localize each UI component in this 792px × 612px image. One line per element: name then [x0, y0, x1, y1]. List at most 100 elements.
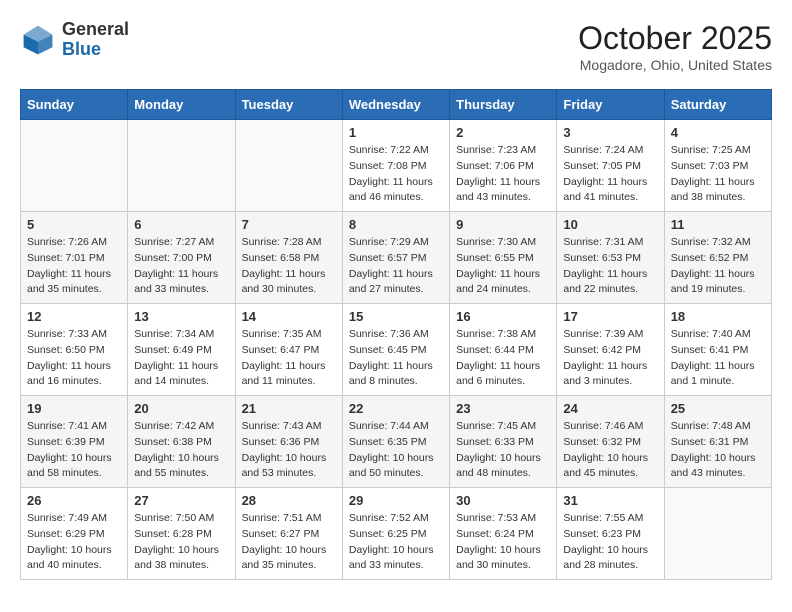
calendar-cell: 22 Sunrise: 7:44 AMSunset: 6:35 PMDayligh… — [342, 396, 449, 488]
calendar-table: SundayMondayTuesdayWednesdayThursdayFrid… — [20, 89, 772, 580]
calendar-cell: 28 Sunrise: 7:51 AMSunset: 6:27 PMDayligh… — [235, 488, 342, 580]
day-info: Sunrise: 7:39 AMSunset: 6:42 PMDaylight:… — [563, 327, 657, 390]
logo-text: General Blue — [62, 20, 129, 60]
calendar-week-1: 1 Sunrise: 7:22 AMSunset: 7:08 PMDaylight… — [21, 120, 772, 212]
calendar-cell: 23 Sunrise: 7:45 AMSunset: 6:33 PMDayligh… — [450, 396, 557, 488]
day-number: 14 — [242, 309, 336, 324]
day-number: 23 — [456, 401, 550, 416]
day-info: Sunrise: 7:32 AMSunset: 6:52 PMDaylight:… — [671, 235, 765, 298]
day-info: Sunrise: 7:52 AMSunset: 6:25 PMDaylight:… — [349, 511, 443, 574]
day-number: 15 — [349, 309, 443, 324]
day-number: 5 — [27, 217, 121, 232]
col-header-monday: Monday — [128, 90, 235, 120]
calendar-cell: 31 Sunrise: 7:55 AMSunset: 6:23 PMDayligh… — [557, 488, 664, 580]
day-number: 21 — [242, 401, 336, 416]
day-info: Sunrise: 7:45 AMSunset: 6:33 PMDaylight:… — [456, 419, 550, 482]
calendar-cell: 8Sunrise: 7:29 AMSunset: 6:57 PMDaylight… — [342, 212, 449, 304]
calendar-header-row: SundayMondayTuesdayWednesdayThursdayFrid… — [21, 90, 772, 120]
logo-icon — [20, 22, 56, 58]
day-number: 6 — [134, 217, 228, 232]
day-info: Sunrise: 7:40 AMSunset: 6:41 PMDaylight:… — [671, 327, 765, 390]
calendar-cell: 12 Sunrise: 7:33 AMSunset: 6:50 PMDayligh… — [21, 304, 128, 396]
day-info: Sunrise: 7:34 AMSunset: 6:49 PMDaylight:… — [134, 327, 228, 390]
day-info: Sunrise: 7:33 AMSunset: 6:50 PMDaylight:… — [27, 327, 121, 390]
day-info: Sunrise: 7:55 AMSunset: 6:23 PMDaylight:… — [563, 511, 657, 574]
day-number: 20 — [134, 401, 228, 416]
calendar-week-4: 19 Sunrise: 7:41 AMSunset: 6:39 PMDayligh… — [21, 396, 772, 488]
day-number: 31 — [563, 493, 657, 508]
calendar-cell: 27 Sunrise: 7:50 AMSunset: 6:28 PMDayligh… — [128, 488, 235, 580]
calendar-cell — [128, 120, 235, 212]
calendar-cell: 26Sunrise: 7:49 AMSunset: 6:29 PMDayligh… — [21, 488, 128, 580]
col-header-wednesday: Wednesday — [342, 90, 449, 120]
day-number: 30 — [456, 493, 550, 508]
day-info: Sunrise: 7:46 AMSunset: 6:32 PMDaylight:… — [563, 419, 657, 482]
day-number: 19 — [27, 401, 121, 416]
day-info: Sunrise: 7:36 AMSunset: 6:45 PMDaylight:… — [349, 327, 443, 390]
calendar-cell: 9 Sunrise: 7:30 AMSunset: 6:55 PMDaylight… — [450, 212, 557, 304]
day-number: 13 — [134, 309, 228, 324]
calendar-cell: 20Sunrise: 7:42 AMSunset: 6:38 PMDayligh… — [128, 396, 235, 488]
day-info: Sunrise: 7:51 AMSunset: 6:27 PMDaylight:… — [242, 511, 336, 574]
day-number: 27 — [134, 493, 228, 508]
calendar-cell: 24Sunrise: 7:46 AMSunset: 6:32 PMDayligh… — [557, 396, 664, 488]
calendar-cell: 15 Sunrise: 7:36 AMSunset: 6:45 PMDayligh… — [342, 304, 449, 396]
calendar-cell: 10 Sunrise: 7:31 AMSunset: 6:53 PMDayligh… — [557, 212, 664, 304]
day-number: 28 — [242, 493, 336, 508]
day-number: 9 — [456, 217, 550, 232]
calendar-week-3: 12 Sunrise: 7:33 AMSunset: 6:50 PMDayligh… — [21, 304, 772, 396]
day-info: Sunrise: 7:26 AMSunset: 7:01 PMDaylight:… — [27, 235, 121, 298]
day-info: Sunrise: 7:35 AMSunset: 6:47 PMDaylight:… — [242, 327, 336, 390]
day-number: 10 — [563, 217, 657, 232]
day-info: Sunrise: 7:31 AMSunset: 6:53 PMDaylight:… — [563, 235, 657, 298]
col-header-thursday: Thursday — [450, 90, 557, 120]
day-number: 1 — [349, 125, 443, 140]
day-info: Sunrise: 7:50 AMSunset: 6:28 PMDaylight:… — [134, 511, 228, 574]
calendar-cell: 30 Sunrise: 7:53 AMSunset: 6:24 PMDayligh… — [450, 488, 557, 580]
day-number: 29 — [349, 493, 443, 508]
day-number: 16 — [456, 309, 550, 324]
day-info: Sunrise: 7:23 AMSunset: 7:06 PMDaylight:… — [456, 143, 550, 206]
calendar-week-2: 5 Sunrise: 7:26 AMSunset: 7:01 PMDaylight… — [21, 212, 772, 304]
day-info: Sunrise: 7:25 AMSunset: 7:03 PMDaylight:… — [671, 143, 765, 206]
title-block: October 2025 Mogadore, Ohio, United Stat… — [578, 20, 772, 73]
calendar-cell: 2Sunrise: 7:23 AMSunset: 7:06 PMDaylight… — [450, 120, 557, 212]
calendar-cell: 3Sunrise: 7:24 AMSunset: 7:05 PMDaylight… — [557, 120, 664, 212]
calendar-cell: 4 Sunrise: 7:25 AMSunset: 7:03 PMDaylight… — [664, 120, 771, 212]
day-info: Sunrise: 7:44 AMSunset: 6:35 PMDaylight:… — [349, 419, 443, 482]
calendar-cell: 25Sunrise: 7:48 AMSunset: 6:31 PMDayligh… — [664, 396, 771, 488]
calendar-cell: 19 Sunrise: 7:41 AMSunset: 6:39 PMDayligh… — [21, 396, 128, 488]
day-info: Sunrise: 7:48 AMSunset: 6:31 PMDaylight:… — [671, 419, 765, 482]
day-info: Sunrise: 7:38 AMSunset: 6:44 PMDaylight:… — [456, 327, 550, 390]
day-info: Sunrise: 7:53 AMSunset: 6:24 PMDaylight:… — [456, 511, 550, 574]
page-header: General Blue October 2025 Mogadore, Ohio… — [20, 20, 772, 73]
day-number: 17 — [563, 309, 657, 324]
day-info: Sunrise: 7:22 AMSunset: 7:08 PMDaylight:… — [349, 143, 443, 206]
calendar-cell — [21, 120, 128, 212]
day-number: 12 — [27, 309, 121, 324]
calendar-cell — [664, 488, 771, 580]
day-info: Sunrise: 7:41 AMSunset: 6:39 PMDaylight:… — [27, 419, 121, 482]
day-info: Sunrise: 7:27 AMSunset: 7:00 PMDaylight:… — [134, 235, 228, 298]
day-number: 4 — [671, 125, 765, 140]
day-info: Sunrise: 7:28 AMSunset: 6:58 PMDaylight:… — [242, 235, 336, 298]
calendar-cell: 11 Sunrise: 7:32 AMSunset: 6:52 PMDayligh… — [664, 212, 771, 304]
col-header-sunday: Sunday — [21, 90, 128, 120]
day-info: Sunrise: 7:24 AMSunset: 7:05 PMDaylight:… — [563, 143, 657, 206]
calendar-cell: 7 Sunrise: 7:28 AMSunset: 6:58 PMDaylight… — [235, 212, 342, 304]
day-number: 7 — [242, 217, 336, 232]
day-info: Sunrise: 7:49 AMSunset: 6:29 PMDaylight:… — [27, 511, 121, 574]
calendar-cell: 29 Sunrise: 7:52 AMSunset: 6:25 PMDayligh… — [342, 488, 449, 580]
calendar-cell: 13 Sunrise: 7:34 AMSunset: 6:49 PMDayligh… — [128, 304, 235, 396]
calendar-cell: 16 Sunrise: 7:38 AMSunset: 6:44 PMDayligh… — [450, 304, 557, 396]
calendar-week-5: 26Sunrise: 7:49 AMSunset: 6:29 PMDayligh… — [21, 488, 772, 580]
day-number: 22 — [349, 401, 443, 416]
calendar-cell: 18 Sunrise: 7:40 AMSunset: 6:41 PMDayligh… — [664, 304, 771, 396]
day-number: 18 — [671, 309, 765, 324]
calendar-cell: 21Sunrise: 7:43 AMSunset: 6:36 PMDayligh… — [235, 396, 342, 488]
day-info: Sunrise: 7:29 AMSunset: 6:57 PMDaylight:… — [349, 235, 443, 298]
location: Mogadore, Ohio, United States — [578, 57, 772, 73]
col-header-friday: Friday — [557, 90, 664, 120]
day-info: Sunrise: 7:30 AMSunset: 6:55 PMDaylight:… — [456, 235, 550, 298]
day-number: 11 — [671, 217, 765, 232]
